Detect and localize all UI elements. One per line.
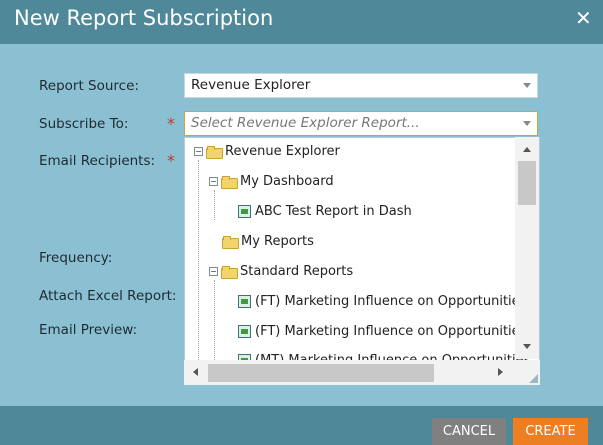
subscribe-to-placeholder: Select Revenue Explorer Report...: [191, 115, 420, 131]
tree-item-label: Revenue Explorer: [225, 143, 340, 159]
tree-item-ft-report-2[interactable]: (FT) Marketing Influence on Opportunitie…: [238, 321, 536, 341]
report-icon: [238, 204, 251, 218]
required-marker: *: [167, 151, 175, 170]
vertical-scrollbar[interactable]: [515, 137, 539, 359]
tree-item-label: (FT) Marketing Influence on Opportunitie…: [255, 323, 536, 339]
tree-guide: [198, 160, 199, 370]
tree-guide: [214, 190, 215, 220]
folder-icon: [221, 175, 238, 189]
cancel-button[interactable]: CANCEL: [432, 418, 506, 445]
scroll-right-icon[interactable]: [498, 368, 503, 376]
subscribe-to-label: Subscribe To:: [39, 116, 129, 132]
subscribe-to-select[interactable]: Select Revenue Explorer Report...: [184, 111, 538, 136]
tree-item-revenue-explorer[interactable]: − Revenue Explorer: [194, 141, 340, 161]
tree-item-label: Standard Reports: [240, 263, 354, 279]
tree-item-ft-report-1[interactable]: (FT) Marketing Influence on Opportunitie…: [238, 291, 536, 311]
collapse-icon[interactable]: −: [209, 176, 218, 186]
tree-item-label: My Dashboard: [240, 173, 334, 189]
tree-guide: [214, 280, 215, 370]
frequency-label: Frequency:: [39, 250, 113, 266]
dialog-title: New Report Subscription: [14, 6, 274, 30]
email-recipients-label: Email Recipients:: [39, 153, 156, 169]
tree-item-my-reports[interactable]: My Reports: [222, 231, 314, 251]
collapse-icon[interactable]: −: [194, 146, 203, 156]
folder-icon: [206, 145, 223, 159]
report-tree-dropdown: − Revenue Explorer − My Dashboard ABC Te…: [184, 137, 540, 385]
tree-item-label: ABC Test Report in Dash: [255, 203, 412, 219]
email-preview-label: Email Preview:: [39, 322, 138, 338]
scroll-left-icon[interactable]: [193, 368, 198, 376]
report-source-value: Revenue Explorer: [191, 77, 311, 93]
horizontal-scroll-thumb[interactable]: [208, 364, 434, 382]
report-source-label: Report Source:: [39, 78, 139, 94]
create-button[interactable]: CREATE: [513, 418, 588, 445]
tree-item-standard-reports[interactable]: − Standard Reports: [209, 261, 353, 281]
attach-excel-label: Attach Excel Report:: [39, 288, 177, 304]
chevron-down-icon[interactable]: [523, 121, 531, 126]
dialog-header: New Report Subscription ✕: [0, 0, 603, 44]
vertical-scroll-thumb[interactable]: [518, 161, 536, 205]
collapse-icon[interactable]: −: [209, 266, 218, 276]
report-icon: [238, 324, 251, 338]
folder-icon: [222, 235, 239, 249]
tree-item-label: My Reports: [241, 233, 314, 249]
folder-icon: [221, 265, 238, 279]
scroll-down-icon[interactable]: [523, 344, 531, 349]
report-icon: [238, 294, 251, 308]
tree-item-label: (FT) Marketing Influence on Opportunitie…: [255, 293, 536, 309]
close-icon[interactable]: ✕: [575, 8, 592, 28]
required-marker: *: [167, 114, 175, 133]
horizontal-scrollbar[interactable]: [184, 360, 516, 385]
resize-corner[interactable]: [516, 360, 540, 385]
tree-item-my-dashboard[interactable]: − My Dashboard: [209, 171, 334, 191]
report-source-select[interactable]: Revenue Explorer: [184, 73, 538, 98]
resize-grip-icon[interactable]: [529, 374, 538, 383]
scroll-up-icon[interactable]: [523, 147, 531, 152]
tree-item-abc-report[interactable]: ABC Test Report in Dash: [238, 201, 412, 221]
chevron-down-icon[interactable]: [523, 83, 531, 88]
